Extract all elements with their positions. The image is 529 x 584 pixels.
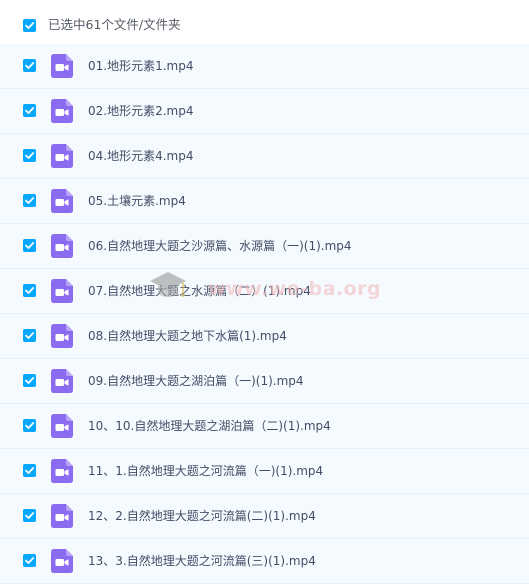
file-name[interactable]: 07.自然地理大题之水源篇（二）(1).mp4 [88, 283, 311, 299]
video-file-icon [51, 504, 73, 528]
file-name[interactable]: 02.地形元素2.mp4 [88, 103, 193, 119]
checkbox-checked-icon [25, 197, 35, 204]
file-checkbox[interactable] [23, 284, 36, 297]
file-name[interactable]: 11、1.自然地理大题之河流篇（一)(1).mp4 [88, 463, 323, 479]
checkbox-checked-icon [25, 22, 35, 29]
video-file-icon [51, 144, 73, 168]
file-row[interactable]: 02.地形元素2.mp4 [0, 89, 529, 134]
checkbox-checked-icon [25, 332, 35, 339]
file-name[interactable]: 10、10.自然地理大题之湖泊篇（二)(1).mp4 [88, 418, 331, 434]
file-name[interactable]: 06.自然地理大题之沙源篇、水源篇（一)(1).mp4 [88, 238, 352, 254]
video-file-icon [51, 459, 73, 483]
select-all-checkbox[interactable] [23, 19, 36, 32]
file-name[interactable]: 09.自然地理大题之湖泊篇（一)(1).mp4 [88, 373, 304, 389]
file-name[interactable]: 12、2.自然地理大题之河流篇(二)(1).mp4 [88, 508, 316, 524]
file-checkbox[interactable] [23, 419, 36, 432]
file-row[interactable]: 12、2.自然地理大题之河流篇(二)(1).mp4 [0, 494, 529, 539]
file-row[interactable]: 07.自然地理大题之水源篇（二）(1).mp4 [0, 269, 529, 314]
file-checkbox[interactable] [23, 104, 36, 117]
checkbox-checked-icon [25, 152, 35, 159]
file-checkbox[interactable] [23, 374, 36, 387]
file-checkbox[interactable] [23, 329, 36, 342]
file-row[interactable]: 05.土壤元素.mp4 [0, 179, 529, 224]
file-checkbox[interactable] [23, 194, 36, 207]
checkbox-checked-icon [25, 242, 35, 249]
file-checkbox[interactable] [23, 464, 36, 477]
file-row[interactable]: 11、1.自然地理大题之河流篇（一)(1).mp4 [0, 449, 529, 494]
file-row[interactable]: 09.自然地理大题之湖泊篇（一)(1).mp4 [0, 359, 529, 404]
checkbox-checked-icon [25, 287, 35, 294]
video-file-icon [51, 414, 73, 438]
video-file-icon [51, 234, 73, 258]
checkbox-checked-icon [25, 107, 35, 114]
checkbox-checked-icon [25, 557, 35, 564]
file-checkbox[interactable] [23, 509, 36, 522]
checkbox-checked-icon [25, 62, 35, 69]
file-checkbox[interactable] [23, 149, 36, 162]
checkbox-checked-icon [25, 422, 35, 429]
file-list: 01.地形元素1.mp4 02.地形元素2.mp4 04.地形元素4.mp4 05.土… [0, 44, 529, 584]
video-file-icon [51, 279, 73, 303]
selection-count-label: 已选中61个文件/文件夹 [48, 17, 181, 32]
file-name[interactable]: 04.地形元素4.mp4 [88, 148, 193, 164]
file-selection-panel: 已选中61个文件/文件夹 01.地形元素1.mp4 02.地形元素2.mp4 04.… [0, 0, 529, 584]
selection-header: 已选中61个文件/文件夹 [0, 0, 529, 44]
file-checkbox[interactable] [23, 59, 36, 72]
file-row[interactable]: 13、3.自然地理大题之河流篇(三)(1).mp4 [0, 539, 529, 584]
file-name[interactable]: 13、3.自然地理大题之河流篇(三)(1).mp4 [88, 553, 316, 569]
video-file-icon [51, 369, 73, 393]
checkbox-checked-icon [25, 467, 35, 474]
file-name[interactable]: 01.地形元素1.mp4 [88, 58, 193, 74]
checkbox-checked-icon [25, 377, 35, 384]
video-file-icon [51, 99, 73, 123]
file-name[interactable]: 08.自然地理大题之地下水篇(1).mp4 [88, 328, 287, 344]
file-row[interactable]: 04.地形元素4.mp4 [0, 134, 529, 179]
file-name[interactable]: 05.土壤元素.mp4 [88, 193, 186, 209]
video-file-icon [51, 189, 73, 213]
video-file-icon [51, 324, 73, 348]
video-file-icon [51, 54, 73, 78]
file-row[interactable]: 06.自然地理大题之沙源篇、水源篇（一)(1).mp4 [0, 224, 529, 269]
file-row[interactable]: 01.地形元素1.mp4 [0, 44, 529, 89]
file-checkbox[interactable] [23, 554, 36, 567]
checkbox-checked-icon [25, 512, 35, 519]
video-file-icon [51, 549, 73, 573]
file-row[interactable]: 10、10.自然地理大题之湖泊篇（二)(1).mp4 [0, 404, 529, 449]
file-row[interactable]: 08.自然地理大题之地下水篇(1).mp4 [0, 314, 529, 359]
file-checkbox[interactable] [23, 239, 36, 252]
